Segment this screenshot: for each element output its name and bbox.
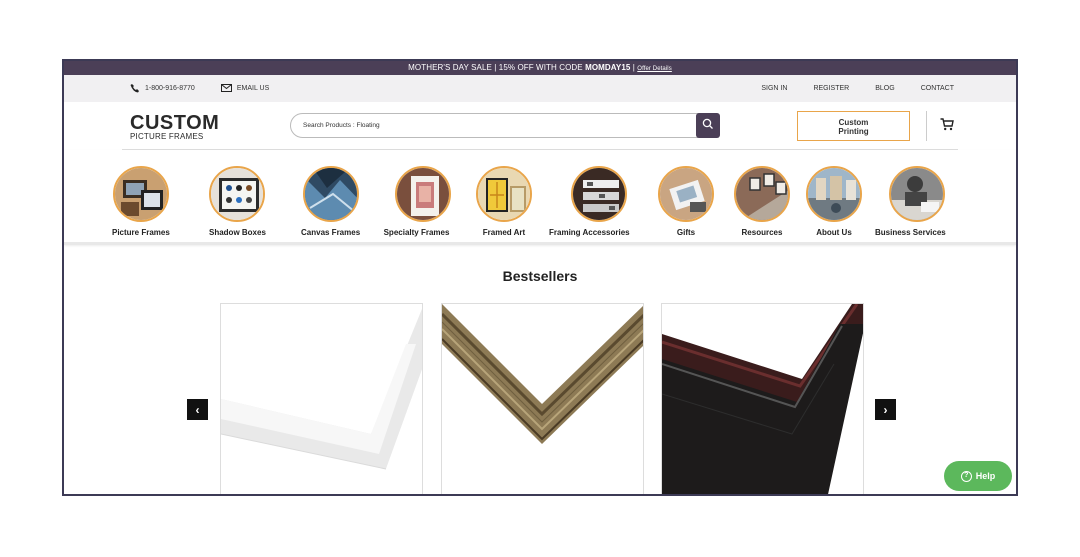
picture-frames-image xyxy=(112,166,169,222)
category-label: Resources xyxy=(741,228,783,237)
logo-line2: PICTURE FRAMES xyxy=(130,132,204,141)
category-label: Business Services xyxy=(875,228,946,237)
canvas-frames-image xyxy=(302,166,359,222)
chevron-right-icon: › xyxy=(883,402,888,417)
custom-printing-line2: Printing xyxy=(838,127,869,136)
phone-icon xyxy=(130,83,140,95)
category-picture-frames[interactable]: Picture Frames xyxy=(112,166,170,237)
category-label: Gifts xyxy=(676,228,696,237)
cart-icon xyxy=(940,118,954,135)
category-label: Picture Frames xyxy=(112,228,170,237)
question-icon: ? xyxy=(960,470,972,482)
category-about-us[interactable]: About Us xyxy=(806,166,862,237)
contact-link[interactable]: CONTACT xyxy=(921,85,954,92)
search-icon xyxy=(702,117,714,135)
product-card[interactable] xyxy=(220,303,423,494)
framing-accessories-image xyxy=(570,166,627,222)
search-bar xyxy=(290,113,720,138)
custom-printing-button[interactable]: Custom Printing xyxy=(797,111,910,141)
shadow-boxes-image xyxy=(209,166,266,222)
bestsellers-title: Bestsellers xyxy=(502,268,578,284)
black-frame-image xyxy=(662,304,863,494)
category-label: About Us xyxy=(816,228,852,237)
logo-line1: CUSTOM xyxy=(130,112,220,134)
search-button[interactable] xyxy=(696,113,720,138)
gifts-image xyxy=(658,166,714,222)
custom-printing-line1: Custom xyxy=(838,118,869,127)
category-specialty-frames[interactable]: Specialty Frames xyxy=(382,166,451,237)
about-us-image xyxy=(806,166,862,222)
help-button[interactable]: ? Help xyxy=(944,461,1012,491)
product-card[interactable] xyxy=(441,303,644,494)
utility-bar: 1-800-916-8770 EMAIL US SIGN IN REGISTER… xyxy=(64,75,1016,102)
carousel-prev-button[interactable]: ‹ xyxy=(187,399,208,420)
category-label: Canvas Frames xyxy=(301,228,361,237)
framed-art-image xyxy=(476,166,532,222)
cart-divider xyxy=(926,111,927,141)
register-link[interactable]: REGISTER xyxy=(813,85,849,92)
category-label: Shadow Boxes xyxy=(209,228,266,237)
promo-banner: MOTHER'S DAY SALE | 15% OFF WITH CODE MO… xyxy=(64,61,1016,75)
category-label: Framed Art xyxy=(482,228,526,237)
gold-frame-image xyxy=(442,304,643,494)
product-card[interactable] xyxy=(661,303,864,494)
email-link[interactable]: EMAIL US xyxy=(220,83,270,94)
help-label: Help xyxy=(975,471,996,481)
phone-link[interactable]: 1-800-916-8770 xyxy=(130,83,195,95)
offer-details-link[interactable]: Offer Details xyxy=(637,66,672,72)
category-resources[interactable]: Resources xyxy=(734,166,790,237)
search-input[interactable] xyxy=(291,114,681,137)
category-gifts[interactable]: Gifts xyxy=(658,166,714,237)
resources-image xyxy=(734,166,790,222)
specialty-frames-image xyxy=(395,166,451,222)
chevron-left-icon: ‹ xyxy=(195,402,200,417)
white-frame-image xyxy=(221,304,422,494)
site-header: CUSTOM PICTURE FRAMES Custom Printing xyxy=(122,102,958,150)
category-label: Specialty Frames xyxy=(383,228,450,237)
cart-button[interactable] xyxy=(940,118,954,136)
category-framed-art[interactable]: Framed Art xyxy=(476,166,532,237)
business-services-image xyxy=(888,166,945,222)
category-shadow-boxes[interactable]: Shadow Boxes xyxy=(209,166,266,237)
category-framing-accessories[interactable]: Framing Accessories xyxy=(549,166,630,237)
mail-icon xyxy=(220,83,232,94)
promo-code: MOMDAY15 xyxy=(585,63,631,72)
site-logo[interactable]: CUSTOM PICTURE FRAMES xyxy=(130,113,219,141)
promo-text: MOTHER'S DAY SALE | 15% OFF WITH CODE xyxy=(408,63,586,72)
browser-page: MOTHER'S DAY SALE | 15% OFF WITH CODE MO… xyxy=(62,59,1018,496)
phone-number: 1-800-916-8770 xyxy=(145,85,195,92)
category-business-services[interactable]: Business Services xyxy=(875,166,946,237)
carousel-next-button[interactable]: › xyxy=(875,399,896,420)
email-label: EMAIL US xyxy=(236,85,270,92)
sign-in-link[interactable]: SIGN IN xyxy=(761,85,787,92)
blog-link[interactable]: BLOG xyxy=(875,85,894,92)
category-nav: Picture Frames Shadow Boxes Canvas Frame… xyxy=(64,150,1016,245)
category-label: Framing Accessories xyxy=(549,228,630,237)
category-canvas-frames[interactable]: Canvas Frames xyxy=(301,166,360,237)
